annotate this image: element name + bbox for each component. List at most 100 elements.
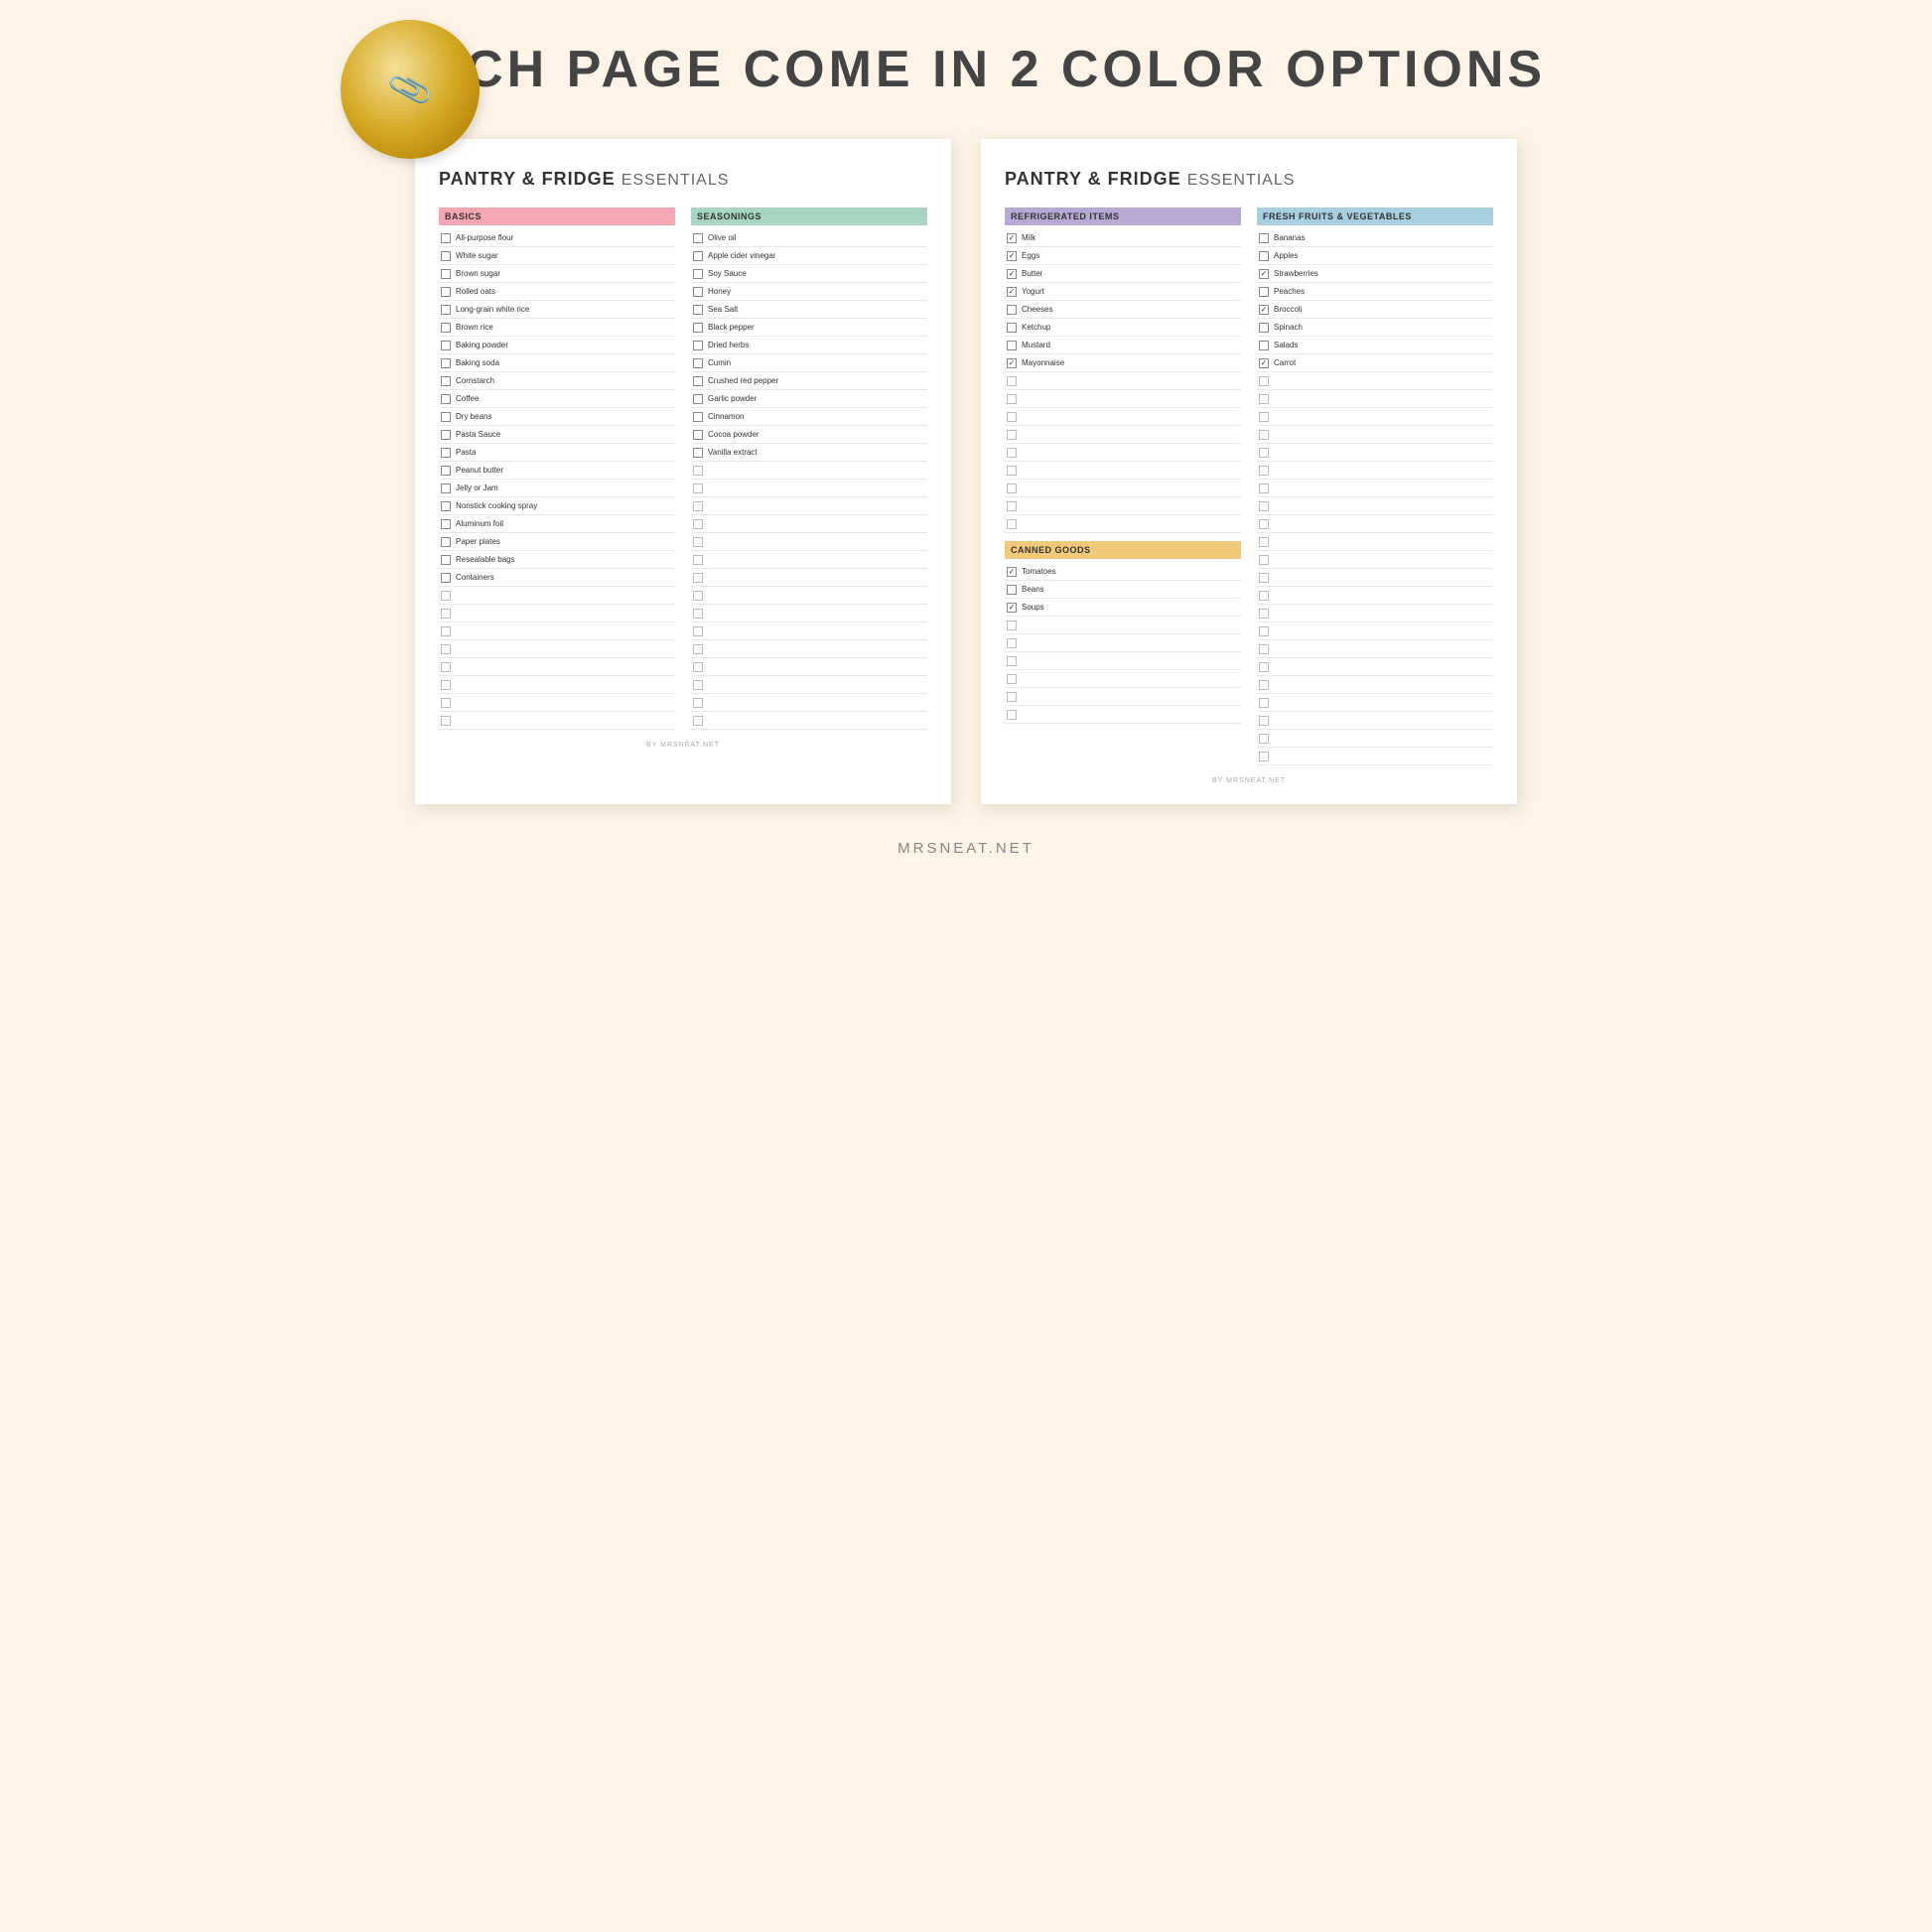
empty-list-item[interactable] <box>1257 408 1493 426</box>
empty-list-item[interactable] <box>691 480 927 497</box>
empty-checkbox[interactable] <box>693 466 703 476</box>
empty-list-item[interactable] <box>1257 462 1493 480</box>
empty-checkbox[interactable] <box>1259 734 1269 744</box>
empty-checkbox[interactable] <box>693 680 703 690</box>
empty-list-item[interactable] <box>1257 426 1493 444</box>
empty-list-item[interactable] <box>1257 640 1493 658</box>
list-item[interactable]: Sea Salt <box>691 301 927 319</box>
empty-checkbox[interactable] <box>693 501 703 511</box>
checkbox[interactable] <box>693 323 703 333</box>
checkbox[interactable] <box>1259 287 1269 297</box>
list-item[interactable]: Apples <box>1257 247 1493 265</box>
empty-checkbox[interactable] <box>693 591 703 601</box>
empty-list-item[interactable] <box>1005 497 1241 515</box>
empty-list-item[interactable] <box>1005 670 1241 688</box>
empty-checkbox[interactable] <box>441 609 451 619</box>
empty-checkbox[interactable] <box>693 573 703 583</box>
checkbox[interactable] <box>1259 358 1269 368</box>
list-item[interactable]: Containers <box>439 569 675 587</box>
empty-list-item[interactable] <box>1257 676 1493 694</box>
empty-checkbox[interactable] <box>1007 710 1017 720</box>
checkbox[interactable] <box>441 323 451 333</box>
checkbox[interactable] <box>1259 269 1269 279</box>
checkbox[interactable] <box>1007 567 1017 577</box>
empty-checkbox[interactable] <box>1259 483 1269 493</box>
checkbox[interactable] <box>693 376 703 386</box>
empty-checkbox[interactable] <box>693 609 703 619</box>
list-item[interactable]: Apple cider vinegar <box>691 247 927 265</box>
list-item[interactable]: Brown sugar <box>439 265 675 283</box>
empty-checkbox[interactable] <box>693 644 703 654</box>
empty-list-item[interactable] <box>1257 730 1493 748</box>
checkbox[interactable] <box>441 519 451 529</box>
empty-checkbox[interactable] <box>1007 483 1017 493</box>
empty-list-item[interactable] <box>691 462 927 480</box>
empty-list-item[interactable] <box>1005 515 1241 533</box>
empty-checkbox[interactable] <box>693 519 703 529</box>
empty-checkbox[interactable] <box>693 483 703 493</box>
list-item[interactable]: Butter <box>1005 265 1241 283</box>
list-item[interactable]: Ketchup <box>1005 319 1241 337</box>
empty-list-item[interactable] <box>1257 622 1493 640</box>
empty-checkbox[interactable] <box>1007 656 1017 666</box>
list-item[interactable]: Garlic powder <box>691 390 927 408</box>
list-item[interactable]: Long-grain white rice <box>439 301 675 319</box>
empty-checkbox[interactable] <box>441 662 451 672</box>
checkbox[interactable] <box>693 305 703 315</box>
empty-list-item[interactable] <box>1005 462 1241 480</box>
checkbox[interactable] <box>693 233 703 243</box>
checkbox[interactable] <box>441 483 451 493</box>
empty-list-item[interactable] <box>1257 658 1493 676</box>
empty-list-item[interactable] <box>1005 408 1241 426</box>
checkbox[interactable] <box>693 412 703 422</box>
empty-list-item[interactable] <box>1257 390 1493 408</box>
empty-checkbox[interactable] <box>1259 501 1269 511</box>
checkbox[interactable] <box>441 573 451 583</box>
checkbox[interactable] <box>441 412 451 422</box>
empty-checkbox[interactable] <box>1259 430 1269 440</box>
list-item[interactable]: Cumin <box>691 354 927 372</box>
empty-list-item[interactable] <box>1257 444 1493 462</box>
list-item[interactable]: Beans <box>1005 581 1241 599</box>
list-item[interactable]: Honey <box>691 283 927 301</box>
list-item[interactable]: Jelly or Jam <box>439 480 675 497</box>
list-item[interactable]: Eggs <box>1005 247 1241 265</box>
list-item[interactable]: Baking soda <box>439 354 675 372</box>
list-item[interactable]: Pasta Sauce <box>439 426 675 444</box>
empty-list-item[interactable] <box>691 676 927 694</box>
list-item[interactable]: Dry beans <box>439 408 675 426</box>
empty-list-item[interactable] <box>1005 652 1241 670</box>
checkbox[interactable] <box>441 269 451 279</box>
list-item[interactable]: Aluminum foil <box>439 515 675 533</box>
empty-list-item[interactable] <box>691 551 927 569</box>
empty-checkbox[interactable] <box>1259 394 1269 404</box>
list-item[interactable]: Mayonnaise <box>1005 354 1241 372</box>
empty-list-item[interactable] <box>1005 480 1241 497</box>
empty-list-item[interactable] <box>439 658 675 676</box>
empty-list-item[interactable] <box>691 605 927 622</box>
empty-checkbox[interactable] <box>1007 376 1017 386</box>
checkbox[interactable] <box>441 501 451 511</box>
list-item[interactable]: Cornstarch <box>439 372 675 390</box>
checkbox[interactable] <box>1007 251 1017 261</box>
list-item[interactable]: Yogurt <box>1005 283 1241 301</box>
list-item[interactable]: Black pepper <box>691 319 927 337</box>
checkbox[interactable] <box>441 287 451 297</box>
empty-list-item[interactable] <box>1005 688 1241 706</box>
empty-list-item[interactable] <box>1257 372 1493 390</box>
empty-checkbox[interactable] <box>1259 609 1269 619</box>
list-item[interactable]: Carrot <box>1257 354 1493 372</box>
empty-list-item[interactable] <box>691 587 927 605</box>
checkbox[interactable] <box>441 394 451 404</box>
empty-checkbox[interactable] <box>1007 674 1017 684</box>
empty-list-item[interactable] <box>691 658 927 676</box>
empty-list-item[interactable] <box>691 497 927 515</box>
empty-checkbox[interactable] <box>1007 394 1017 404</box>
empty-list-item[interactable] <box>1005 634 1241 652</box>
empty-checkbox[interactable] <box>1007 519 1017 529</box>
empty-list-item[interactable] <box>1257 712 1493 730</box>
list-item[interactable]: Dried herbs <box>691 337 927 354</box>
empty-list-item[interactable] <box>439 622 675 640</box>
list-item[interactable]: Cheeses <box>1005 301 1241 319</box>
checkbox[interactable] <box>441 358 451 368</box>
